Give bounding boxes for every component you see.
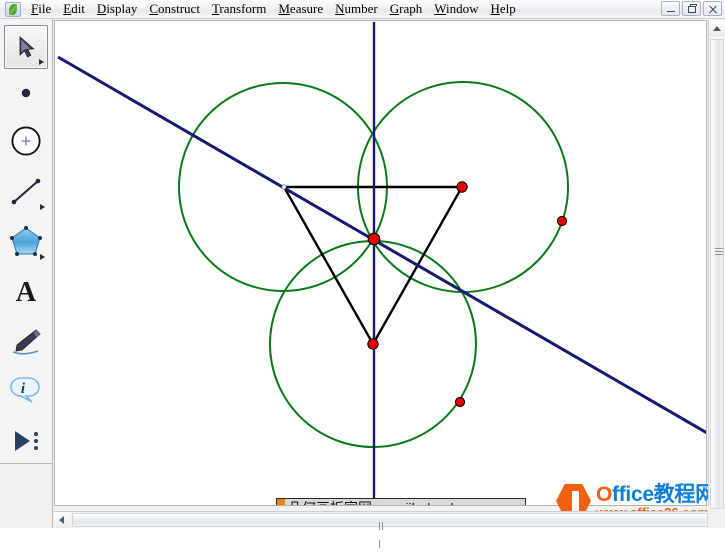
sketch-drawing xyxy=(57,22,706,505)
marker-tool[interactable] xyxy=(4,319,48,363)
scrollbar-corner xyxy=(708,511,725,528)
information-tool[interactable]: i xyxy=(4,369,48,413)
vertical-scroll-thumb[interactable] xyxy=(710,39,724,509)
text-a-icon: A xyxy=(16,277,37,307)
straightedge-tool-flyout-arrow[interactable] xyxy=(40,204,45,210)
menu-transform[interactable]: Transform xyxy=(206,0,272,18)
menu-measure[interactable]: Measure xyxy=(272,0,329,18)
logo-brand-rest: ffice教程网 xyxy=(612,482,716,506)
arrow-cursor-icon xyxy=(19,36,35,58)
svg-text:A: A xyxy=(16,277,37,307)
window-controls xyxy=(661,1,722,16)
app-icon xyxy=(5,1,21,17)
menu-number[interactable]: Number xyxy=(329,0,384,18)
horizontal-scroll-grip xyxy=(379,517,387,548)
menu-bar: File Edit Display Construct Transform Me… xyxy=(0,0,725,19)
menu-help[interactable]: Help xyxy=(484,0,521,18)
horizontal-scroll-thumb[interactable] xyxy=(72,513,708,548)
vertical-scrollbar[interactable] xyxy=(708,20,725,509)
application-window: File Edit Display Construct Transform Me… xyxy=(0,0,725,548)
custom-tool[interactable] xyxy=(4,419,48,463)
logo-brand-name: Office教程网 xyxy=(596,484,716,505)
restore-button[interactable] xyxy=(682,1,701,16)
tool-palette: A i xyxy=(0,19,53,463)
info-bubble-icon: i xyxy=(10,377,40,403)
menu-construct[interactable]: Construct xyxy=(143,0,206,18)
watermark-accent-bar xyxy=(277,499,285,505)
menu-display[interactable]: Display xyxy=(91,0,143,18)
arrow-select-tool[interactable] xyxy=(4,25,48,69)
logo-brand-initial: O xyxy=(596,482,613,506)
circle-icon xyxy=(11,126,41,156)
menu-file[interactable]: File xyxy=(25,0,57,18)
point-vertex-c xyxy=(367,338,379,350)
menu-graph[interactable]: Graph xyxy=(384,0,429,18)
sketch-canvas[interactable]: 几何画板官网www.jihehuaban.com.cn xyxy=(54,20,707,506)
polygon-tool[interactable] xyxy=(4,219,48,263)
watermark-text: 几何画板官网www.jihehuaban.com.cn xyxy=(285,499,525,505)
scroll-left-button[interactable] xyxy=(54,512,70,528)
point-on-right-circle xyxy=(556,215,568,227)
point-vertex-a xyxy=(281,184,287,190)
watermark-textbox[interactable]: 几何画板官网www.jihehuaban.com.cn xyxy=(276,498,526,505)
point-center xyxy=(367,232,381,246)
menu-window[interactable]: Window xyxy=(428,0,484,18)
line-segment-icon xyxy=(11,178,41,205)
close-button[interactable] xyxy=(703,1,722,16)
compass-circle-tool[interactable] xyxy=(4,119,48,163)
point-icon xyxy=(21,88,31,98)
minimize-button[interactable] xyxy=(661,1,680,16)
menu-edit[interactable]: Edit xyxy=(57,0,91,18)
scroll-up-button[interactable] xyxy=(709,20,725,36)
tool-palette-footer xyxy=(0,463,53,528)
polygon-tool-flyout-arrow[interactable] xyxy=(40,254,45,260)
point-on-bottom-circle xyxy=(454,396,466,408)
point-vertex-b xyxy=(456,181,468,193)
pen-marker-icon xyxy=(12,329,41,355)
text-tool[interactable]: A xyxy=(4,269,48,313)
diagonal-line xyxy=(57,55,706,435)
arrow-tool-flyout-arrow[interactable] xyxy=(39,59,44,65)
point-tool[interactable] xyxy=(4,71,48,115)
play-triangle-icon xyxy=(15,431,38,451)
straightedge-tool[interactable] xyxy=(4,169,48,213)
vertical-scroll-grip xyxy=(715,248,723,255)
horizontal-scrollbar[interactable] xyxy=(54,511,708,548)
